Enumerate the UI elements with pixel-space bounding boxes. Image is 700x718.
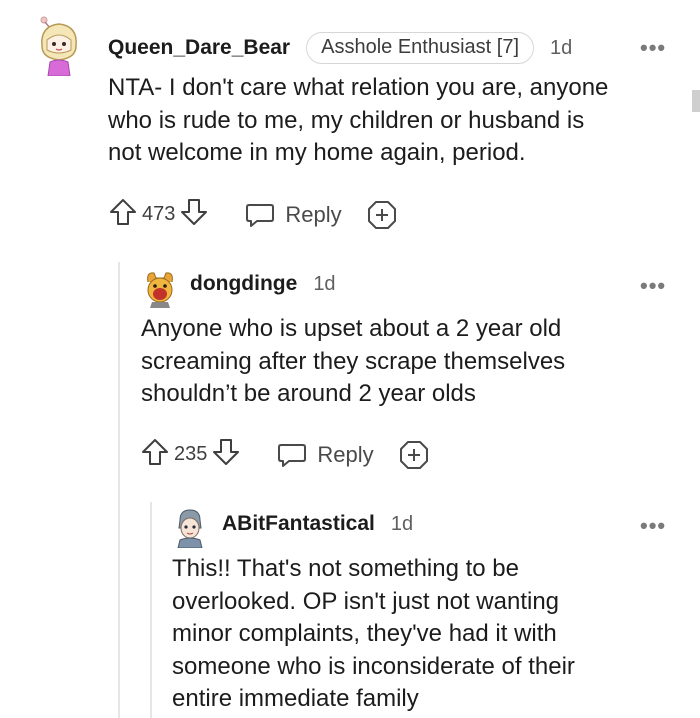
arrow-up-icon[interactable] xyxy=(140,437,170,472)
reply-label: Reply xyxy=(317,441,374,467)
award-plus-icon[interactable] xyxy=(398,439,430,471)
comment-line: NTA- I don't care what relation you are,… xyxy=(108,74,609,101)
comment-line: entire immediate family xyxy=(172,685,419,712)
timestamp[interactable]: 1d xyxy=(391,513,413,536)
comment-header: dongdinge 1d xyxy=(190,272,336,296)
speech-bubble-icon xyxy=(278,443,307,467)
arrow-up-icon[interactable] xyxy=(108,197,138,232)
comment-body: This!! That's not something to be overlo… xyxy=(172,553,575,716)
comment-actions: 473 Reply xyxy=(108,197,398,232)
arrow-down-icon[interactable] xyxy=(179,197,209,232)
comment-line: who is rude to me, my children or husban… xyxy=(108,106,585,134)
more-dots-icon[interactable]: ••• xyxy=(640,275,666,297)
more-dots-icon[interactable]: ••• xyxy=(640,515,666,537)
comment-line: This!! That's not something to be xyxy=(172,555,519,582)
username[interactable]: ABitFantastical xyxy=(222,512,375,536)
arrow-down-icon[interactable] xyxy=(211,437,241,472)
scrollbar[interactable] xyxy=(692,90,700,112)
avatar[interactable] xyxy=(36,14,82,76)
comment-line: Anyone who is upset about a 2 year old xyxy=(141,315,562,342)
comment-thread: Queen_Dare_Bear Asshole Enthusiast [7] 1… xyxy=(0,0,700,718)
speech-bubble-icon xyxy=(246,203,275,227)
thread-line[interactable] xyxy=(118,262,120,718)
avatar[interactable] xyxy=(144,268,176,308)
comment-body: NTA- I don't care what relation you are,… xyxy=(108,72,608,170)
comment-body: Anyone who is upset about a 2 year old s… xyxy=(141,313,565,411)
comment-line: shouldn’t be around 2 year olds xyxy=(141,380,476,407)
vote-count: 473 xyxy=(142,203,176,225)
comment-actions: 235 Reply xyxy=(140,437,430,472)
comment-line: overlooked. OP isn't just not wanting xyxy=(172,587,560,615)
comment-line: not welcome in my home again, period. xyxy=(108,139,526,166)
username[interactable]: Queen_Dare_Bear xyxy=(108,36,290,60)
reply-label: Reply xyxy=(285,201,342,227)
comment-line: minor complaints, they've had it with xyxy=(172,620,557,647)
award-plus-icon[interactable] xyxy=(366,199,398,231)
username[interactable]: dongdinge xyxy=(190,272,297,296)
timestamp[interactable]: 1d xyxy=(550,37,572,60)
comment-header: ABitFantastical 1d xyxy=(222,512,413,536)
vote-count: 235 xyxy=(174,443,208,465)
thread-line[interactable] xyxy=(150,502,152,718)
comment-line: screaming after they scrape themselves xyxy=(141,347,566,375)
user-flair: Asshole Enthusiast [7] xyxy=(306,32,534,64)
reply-button[interactable]: Reply xyxy=(245,201,342,229)
timestamp[interactable]: 1d xyxy=(313,273,335,296)
more-dots-icon[interactable]: ••• xyxy=(640,37,666,59)
comment-line: someone who is inconsiderate of their xyxy=(172,652,575,680)
comment-header: Queen_Dare_Bear Asshole Enthusiast [7] 1… xyxy=(108,32,572,64)
avatar[interactable] xyxy=(174,508,206,548)
reply-button[interactable]: Reply xyxy=(277,441,374,469)
